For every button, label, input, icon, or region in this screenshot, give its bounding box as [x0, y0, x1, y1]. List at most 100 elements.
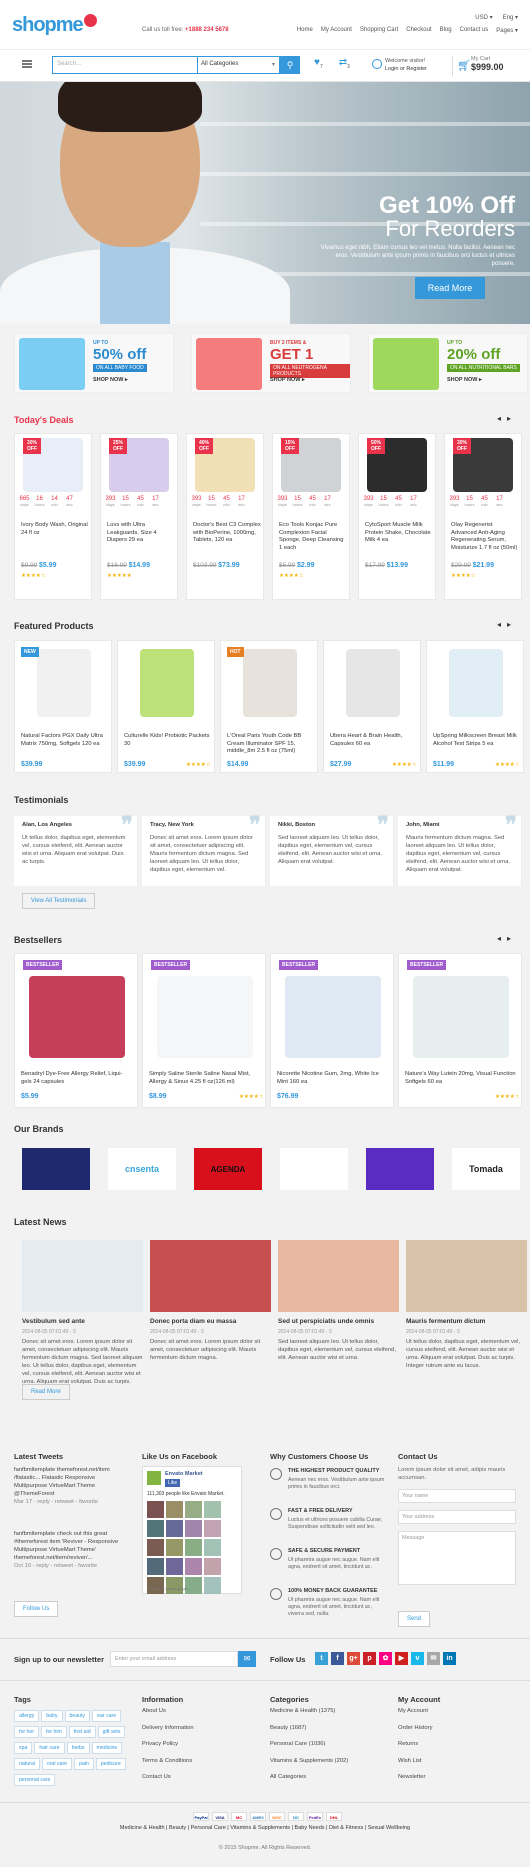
contact-name-input[interactable]: Your name	[398, 1489, 516, 1503]
tag-link[interactable]: allergy	[14, 1710, 40, 1722]
link-pages[interactable]: Pages ▾	[496, 27, 518, 34]
product-name[interactable]: UpSpring Milkscreen Breast Milk Alcohol …	[433, 733, 521, 748]
social-icon[interactable]: ✉	[427, 1652, 440, 1665]
product-name[interactable]: Culturelle Kids! Probiotic Packets 30	[124, 733, 212, 748]
brand-logo[interactable]	[280, 1148, 348, 1190]
mini-cart[interactable]: 🛒︎ My Cart $999.00	[452, 56, 518, 76]
social-icon[interactable]: g+	[347, 1652, 360, 1665]
product-name[interactable]: Olay Regenerist Advanced Anti-Aging Rege…	[451, 522, 519, 552]
bestseller-card[interactable]: BESTSELLER Simply Saline Sterile Saline N…	[142, 953, 266, 1108]
promo-shop-now-link[interactable]: SHOP NOW ▸	[270, 377, 305, 383]
bestseller-card[interactable]: BESTSELLER Nicorette Nicotine Gum, 2mg, W…	[270, 953, 394, 1108]
product-name[interactable]: Luvs with Ultra Leakguards, Size 4 Diape…	[107, 522, 175, 545]
news-title[interactable]: Sed ut perspiciatis unde omnis	[278, 1318, 399, 1325]
view-all-testimonials-button[interactable]: View All Testimonials	[22, 893, 96, 909]
category-select[interactable]: All Categories ▾	[197, 56, 280, 74]
wishlist-icon[interactable]: ♥7	[314, 57, 323, 70]
social-icon[interactable]: p	[363, 1652, 376, 1665]
account-link[interactable]: Returns	[398, 1736, 432, 1753]
link-my-account[interactable]: My Account	[321, 27, 352, 34]
tag-link[interactable]: baby	[41, 1710, 63, 1722]
categories-link[interactable]: All Categories	[270, 1769, 348, 1786]
social-icon[interactable]: ✿	[379, 1652, 392, 1665]
brand-logo[interactable]: cnsenta	[108, 1148, 176, 1190]
product-name[interactable]: Ubera Heart & Brain Health, Capsules 60 …	[330, 733, 418, 748]
tag-link[interactable]: for her	[14, 1726, 39, 1738]
arrow-right-icon[interactable]: ▸	[507, 934, 511, 943]
search-button[interactable]: ⚲	[280, 56, 300, 74]
compare-icon[interactable]: ⇄3	[339, 57, 350, 70]
tag-link[interactable]: oral care	[41, 1758, 73, 1770]
product-name[interactable]: Eco Tools Konjac Pure Complexion Facial …	[279, 522, 347, 552]
brand-logo[interactable]: Tomada	[452, 1148, 520, 1190]
information-link[interactable]: Delivery Information	[142, 1720, 194, 1737]
newsletter-input[interactable]: Enter your email address	[110, 1651, 238, 1667]
menu-icon[interactable]	[22, 60, 32, 68]
arrow-left-icon[interactable]: ◂	[497, 620, 501, 629]
product-name[interactable]: Nature's Way Lutein 20mg, Visual Functio…	[405, 1071, 517, 1086]
currency-select[interactable]: USD ▾	[475, 14, 492, 21]
featured-card[interactable]: Culturelle Kids! Probiotic Packets 30 $39…	[117, 640, 215, 773]
product-name[interactable]: Doctor's Best C3 Complex with BioPerine,…	[193, 522, 261, 545]
language-select[interactable]: Eng ▾	[503, 14, 518, 21]
link-contact[interactable]: Contact us	[460, 27, 489, 34]
arrow-left-icon[interactable]: ◂	[497, 414, 501, 423]
news-image[interactable]	[406, 1240, 527, 1312]
promo-banner[interactable]: UP TO 50% off ON ALL BABY FOOD SHOP NOW ▸	[14, 333, 174, 393]
contact-email-input[interactable]: Your address	[398, 1510, 516, 1524]
arrow-left-icon[interactable]: ◂	[497, 934, 501, 943]
promo-shop-now-link[interactable]: SHOP NOW ▸	[447, 377, 482, 383]
social-icon[interactable]: in	[443, 1652, 456, 1665]
news-title[interactable]: Vestibulum sed ante	[22, 1318, 143, 1325]
tag-link[interactable]: ear care	[92, 1710, 122, 1722]
news-image[interactable]	[278, 1240, 399, 1312]
bestseller-card[interactable]: BESTSELLER Benadryl Dye-Free Allergy Reli…	[14, 953, 138, 1108]
deal-card[interactable]: 40% OFF 393 days 15 hours 45 min 17 sec Doctor's …	[186, 433, 264, 600]
categories-link[interactable]: Vitamins & Supplements (202)	[270, 1753, 348, 1770]
product-name[interactable]: Natural Factors PGX Daily Ultra Matrix 7…	[21, 733, 109, 748]
deal-card[interactable]: 15% OFF 393 days 15 hours 45 min 17 sec Eco Tools…	[272, 433, 350, 600]
social-icon[interactable]: t	[315, 1652, 328, 1665]
bestseller-card[interactable]: BESTSELLER Nature's Way Lutein 20mg, Visu…	[398, 953, 522, 1108]
news-title[interactable]: Donec porta diam eu massa	[150, 1318, 271, 1325]
follow-us-twitter-button[interactable]: Follow Us	[14, 1601, 59, 1617]
deal-card[interactable]: 25% OFF 393 days 15 hours 45 min 17 sec Luvs with…	[100, 433, 178, 600]
product-name[interactable]: L'Oreal Paris Youth Code BB Cream Illumi…	[227, 733, 315, 756]
information-link[interactable]: Privacy Policy	[142, 1736, 194, 1753]
categories-link[interactable]: Medicine & Health (1375)	[270, 1703, 348, 1720]
brand-logo[interactable]	[366, 1148, 434, 1190]
logo[interactable]: shopme	[12, 14, 97, 37]
tag-link[interactable]: for him	[41, 1726, 67, 1738]
hero-read-more-button[interactable]: Read More	[415, 277, 485, 299]
news-read-more-button[interactable]: Read More	[22, 1384, 70, 1400]
promo-banner[interactable]: UP TO 20% off ON ALL NUTRITIONAL BARS SHOP …	[368, 333, 528, 393]
account-link[interactable]: My Account	[398, 1703, 432, 1720]
product-name[interactable]: Nicorette Nicotine Gum, 2mg, White Ice M…	[277, 1071, 389, 1086]
product-name[interactable]: Ivory Body Wash, Original 24 fl oz	[21, 522, 89, 537]
link-home[interactable]: Home	[297, 27, 313, 34]
news-image[interactable]	[22, 1240, 143, 1312]
categories-link[interactable]: Beauty (1687)	[270, 1720, 348, 1737]
tag-link[interactable]: first aid	[68, 1726, 96, 1738]
link-shopping-cart[interactable]: Shopping Cart	[360, 27, 398, 34]
account-link[interactable]: Wish List	[398, 1753, 432, 1770]
contact-send-button[interactable]: Send	[398, 1611, 431, 1627]
tag-link[interactable]: pedicure	[95, 1758, 126, 1770]
information-link[interactable]: Contact Us	[142, 1769, 194, 1786]
social-icon[interactable]: v	[411, 1652, 424, 1665]
featured-card[interactable]: NEW Natural Factors PGX Daily Ultra Matri…	[14, 640, 112, 773]
account-link[interactable]: Order History	[398, 1720, 432, 1737]
search-input[interactable]: Search...	[52, 56, 198, 74]
tag-link[interactable]: spa	[14, 1742, 33, 1754]
account-link[interactable]: Newsletter	[398, 1769, 432, 1786]
tag-link[interactable]: gift sets	[97, 1726, 126, 1738]
newsletter-submit-button[interactable]: ✉	[238, 1651, 256, 1667]
news-title[interactable]: Mauris fermentum dictum	[406, 1318, 527, 1325]
link-checkout[interactable]: Checkout	[406, 27, 431, 34]
bottom-category-links[interactable]: Medicine & Health | Beauty | Personal Ca…	[0, 1825, 530, 1831]
tag-link[interactable]: natural	[14, 1758, 40, 1770]
social-icon[interactable]: ▶	[395, 1652, 408, 1665]
tag-link[interactable]: herbs	[66, 1742, 90, 1754]
product-name[interactable]: CytoSport Muscle Milk Protein Shake, Cho…	[365, 522, 433, 545]
featured-card[interactable]: UpSpring Milkscreen Breast Milk Alcohol …	[426, 640, 524, 773]
